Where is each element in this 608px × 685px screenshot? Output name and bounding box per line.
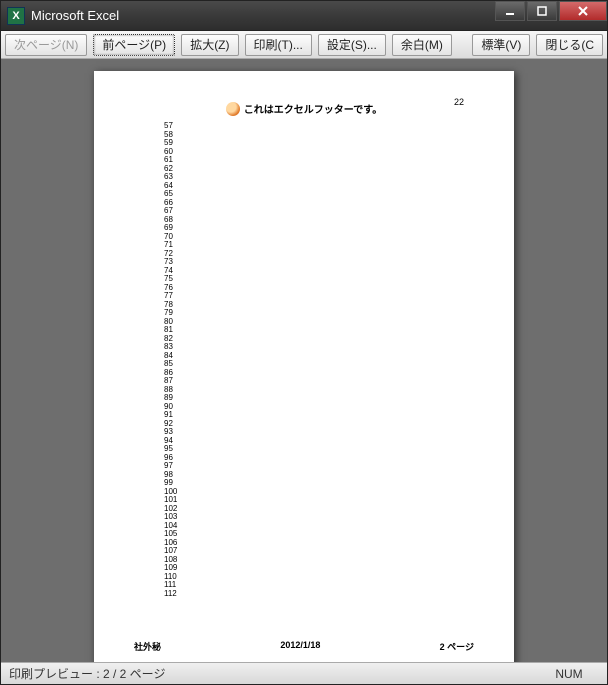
row-number: 80 — [164, 318, 474, 327]
row-number: 105 — [164, 530, 474, 539]
row-number: 64 — [164, 182, 474, 191]
next-page-button[interactable]: 次ページ(N) — [5, 34, 87, 56]
row-number: 104 — [164, 522, 474, 531]
row-number: 90 — [164, 403, 474, 412]
row-number: 106 — [164, 539, 474, 548]
row-number: 102 — [164, 505, 474, 514]
row-numbers-column: 5758596061626364656667686970717273747576… — [164, 122, 474, 598]
row-number: 58 — [164, 131, 474, 140]
row-number: 100 — [164, 488, 474, 497]
row-number: 93 — [164, 428, 474, 437]
app-window: X Microsoft Excel 次ページ(N) 前ページ(P) 拡大(Z) … — [0, 0, 608, 685]
close-button[interactable] — [559, 1, 607, 21]
close-preview-button[interactable]: 閉じる(C — [536, 34, 603, 56]
row-number: 76 — [164, 284, 474, 293]
row-number: 108 — [164, 556, 474, 565]
row-number: 59 — [164, 139, 474, 148]
status-bar: 印刷プレビュー : 2 / 2 ページ NUM — [1, 662, 607, 684]
row-number: 85 — [164, 360, 474, 369]
row-number: 71 — [164, 241, 474, 250]
row-number: 91 — [164, 411, 474, 420]
row-number: 57 — [164, 122, 474, 131]
row-number: 84 — [164, 352, 474, 361]
row-number: 81 — [164, 326, 474, 335]
footer-right: 2 ページ — [440, 640, 474, 653]
row-number: 60 — [164, 148, 474, 157]
row-number: 82 — [164, 335, 474, 344]
row-number: 95 — [164, 445, 474, 454]
preview-page: 22 これはエクセルフッターです。 5758596061626364656667… — [94, 71, 514, 662]
row-number: 109 — [164, 564, 474, 573]
print-button[interactable]: 印刷(T)... — [245, 34, 312, 56]
row-number: 68 — [164, 216, 474, 225]
row-number: 96 — [164, 454, 474, 463]
row-number: 103 — [164, 513, 474, 522]
row-number: 61 — [164, 156, 474, 165]
row-number: 88 — [164, 386, 474, 395]
toolbar: 次ページ(N) 前ページ(P) 拡大(Z) 印刷(T)... 設定(S)... … — [1, 31, 607, 59]
row-number: 94 — [164, 437, 474, 446]
row-number: 66 — [164, 199, 474, 208]
row-number: 78 — [164, 301, 474, 310]
row-number: 98 — [164, 471, 474, 480]
header-image-icon — [226, 102, 240, 116]
row-number: 92 — [164, 420, 474, 429]
setup-button[interactable]: 設定(S)... — [318, 34, 386, 56]
row-number: 70 — [164, 233, 474, 242]
row-number: 69 — [164, 224, 474, 233]
row-number: 63 — [164, 173, 474, 182]
row-number: 107 — [164, 547, 474, 556]
row-number: 62 — [164, 165, 474, 174]
footer-left: 社外秘 — [134, 640, 161, 653]
page-footer: 社外秘 2012/1/18 2 ページ — [134, 640, 474, 653]
row-number: 86 — [164, 369, 474, 378]
row-number: 112 — [164, 590, 474, 599]
row-number: 87 — [164, 377, 474, 386]
excel-icon: X — [7, 7, 25, 25]
preview-workspace[interactable]: 22 これはエクセルフッターです。 5758596061626364656667… — [1, 59, 607, 662]
row-number: 89 — [164, 394, 474, 403]
row-number: 75 — [164, 275, 474, 284]
zoom-button[interactable]: 拡大(Z) — [181, 34, 238, 56]
row-number: 111 — [164, 581, 474, 590]
normal-view-button[interactable]: 標準(V) — [472, 34, 530, 56]
footer-center: 2012/1/18 — [280, 640, 320, 653]
prev-page-button[interactable]: 前ページ(P) — [93, 34, 175, 56]
page-header-text: これはエクセルフッターです。 — [244, 101, 382, 116]
num-lock-indicator: NUM — [539, 667, 599, 681]
maximize-button[interactable] — [527, 1, 557, 21]
minimize-button[interactable] — [495, 1, 525, 21]
row-number: 67 — [164, 207, 474, 216]
row-number: 101 — [164, 496, 474, 505]
page-number-top: 22 — [454, 97, 464, 107]
row-number: 110 — [164, 573, 474, 582]
row-number: 73 — [164, 258, 474, 267]
row-number: 77 — [164, 292, 474, 301]
row-number: 99 — [164, 479, 474, 488]
window-controls — [493, 1, 607, 21]
status-text: 印刷プレビュー : 2 / 2 ページ — [9, 665, 539, 682]
row-number: 97 — [164, 462, 474, 471]
row-number: 72 — [164, 250, 474, 259]
row-number: 83 — [164, 343, 474, 352]
row-number: 65 — [164, 190, 474, 199]
margins-button[interactable]: 余白(M) — [392, 34, 452, 56]
row-number: 79 — [164, 309, 474, 318]
window-title: Microsoft Excel — [31, 8, 493, 23]
title-bar: X Microsoft Excel — [1, 1, 607, 31]
row-number: 74 — [164, 267, 474, 276]
page-header: これはエクセルフッターです。 — [134, 101, 474, 116]
